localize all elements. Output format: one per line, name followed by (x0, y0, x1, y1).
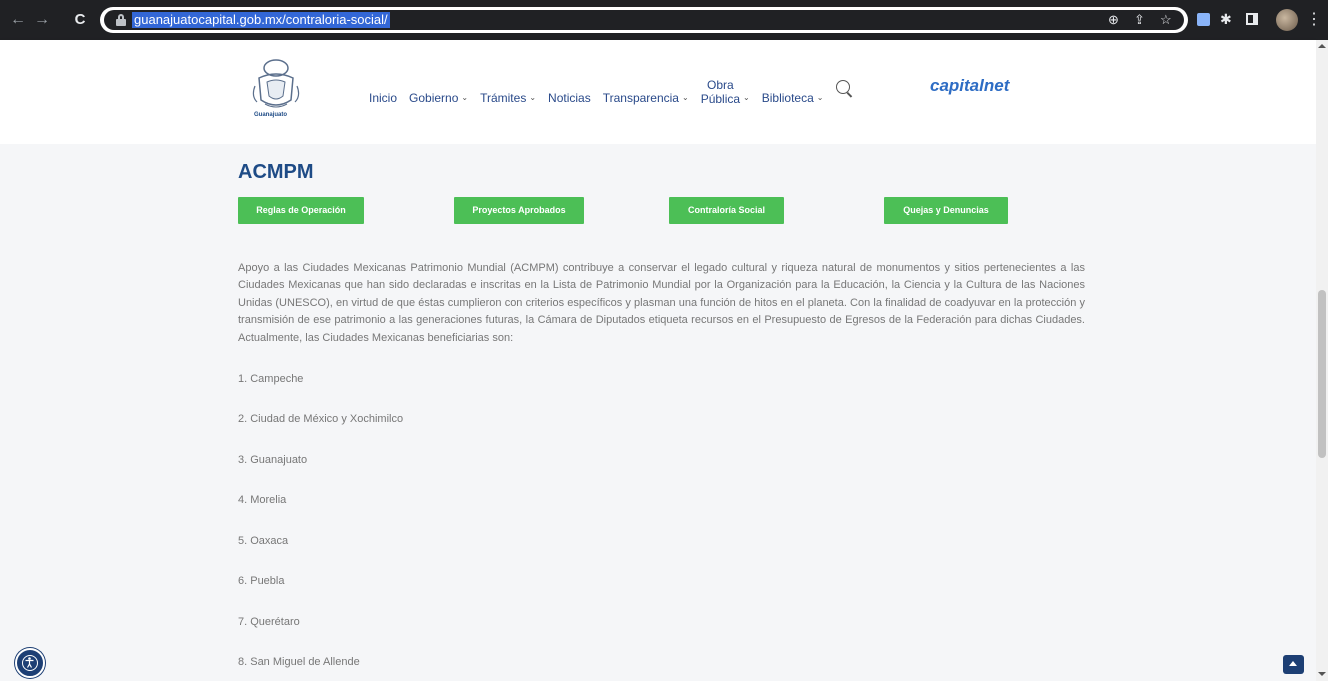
list-item: 7. Querétaro (238, 616, 300, 628)
zoom-icon[interactable]: ⊕ (1108, 13, 1119, 27)
nav-tramites-label: Trámites (480, 91, 527, 105)
menu-dots-icon[interactable]: ⋮ (1306, 10, 1322, 30)
chevron-down-icon: ⌄ (743, 93, 750, 102)
list-item: 8. San Miguel de Allende (238, 656, 360, 668)
url-text[interactable]: guanajuatocapital.gob.mx/contraloria-soc… (132, 12, 390, 28)
contraloria-social-button[interactable]: Contraloría Social (669, 197, 784, 224)
scrollbar-thumb[interactable] (1318, 290, 1326, 458)
nav-transparencia-label: Transparencia (602, 91, 679, 105)
chevron-down-icon: ⌄ (681, 93, 689, 102)
capitalnet-logo[interactable]: capitalnet (930, 76, 1009, 96)
scroll-down-arrow-icon[interactable] (1318, 672, 1326, 676)
main-nav: Inicio Gobierno ⌄ Trámites ⌄ Noticias Tran… (369, 78, 823, 106)
address-bar-inner: guanajuatocapital.gob.mx/contraloria-soc… (104, 10, 1184, 30)
page-scrollbar[interactable] (1316, 40, 1328, 681)
forward-arrow-icon[interactable]: → (32, 10, 52, 30)
list-item: 3. Guanajuato (238, 454, 308, 466)
nav-inicio-label: Inicio (369, 91, 398, 105)
lock-icon[interactable] (116, 14, 126, 26)
chevron-down-icon: ⌄ (529, 93, 537, 102)
nav-obra-label-line1: Obra (707, 78, 734, 92)
puzzle-icon[interactable]: ✱ (1220, 11, 1236, 27)
profile-avatar[interactable] (1276, 9, 1298, 31)
extension-icon[interactable] (1197, 13, 1210, 26)
net-logo-text: net (983, 76, 1010, 95)
capital-logo-text: capital (930, 76, 984, 95)
list-item: 4. Morelia (238, 494, 287, 506)
reload-icon[interactable]: C (70, 10, 90, 30)
back-to-top-button[interactable] (1283, 655, 1304, 674)
list-item: 5. Oaxaca (238, 535, 289, 547)
logo-caption: Guanajuato (254, 112, 288, 118)
nav-obra-publica[interactable]: Obra Pública ⌄ (701, 78, 750, 106)
accessibility-figure (22, 655, 38, 671)
nav-noticias[interactable]: Noticias (548, 90, 591, 106)
chevron-down-icon: ⌄ (461, 93, 469, 102)
browser-toolbar: ← → C guanajuatocapital.gob.mx/contralor… (0, 0, 1328, 40)
search-icon[interactable] (836, 80, 850, 94)
proyectos-aprobados-button[interactable]: Proyectos Aprobados (454, 197, 584, 224)
share-icon[interactable]: ⇪ (1134, 13, 1145, 27)
main-content: ACMPM Reglas de Operación Proyectos Apro… (0, 144, 1316, 681)
guanajuato-logo[interactable]: Guanajuato (249, 56, 303, 122)
nav-obra-label-line2: Pública (700, 92, 741, 106)
quejas-denuncias-button[interactable]: Quejas y Denuncias (884, 197, 1008, 224)
list-item: 1. Campeche (238, 373, 304, 385)
star-icon[interactable]: ☆ (1160, 13, 1172, 27)
nav-gobierno[interactable]: Gobierno ⌄ (409, 90, 468, 106)
description-paragraph: Apoyo a las Ciudades Mexicanas Patrimoni… (238, 262, 1085, 344)
back-arrow-icon[interactable]: ← (8, 10, 28, 30)
nav-biblioteca[interactable]: Biblioteca ⌄ (762, 90, 824, 106)
list-item: 2. Ciudad de México y Xochimilco (238, 413, 404, 425)
side-panel-icon[interactable] (1246, 13, 1258, 25)
nav-tramites[interactable]: Trámites ⌄ (480, 90, 536, 106)
list-item: 6. Puebla (238, 575, 285, 587)
scroll-up-arrow-icon[interactable] (1318, 44, 1326, 48)
reglas-operacion-button[interactable]: Reglas de Operación (238, 197, 364, 224)
nav-biblioteca-label: Biblioteca (761, 91, 814, 105)
nav-noticias-label: Noticias (548, 91, 591, 105)
nav-inicio[interactable]: Inicio (369, 90, 397, 106)
address-bar[interactable]: guanajuatocapital.gob.mx/contraloria-soc… (100, 7, 1188, 33)
nav-transparencia[interactable]: Transparencia ⌄ (603, 90, 689, 106)
chevron-down-icon: ⌄ (816, 93, 824, 102)
page-title: ACMPM (238, 161, 314, 183)
nav-gobierno-label: Gobierno (409, 91, 459, 105)
site-header: Guanajuato Inicio Gobierno ⌄ Trámites ⌄ No… (0, 40, 1316, 144)
accessibility-icon[interactable] (15, 648, 45, 678)
